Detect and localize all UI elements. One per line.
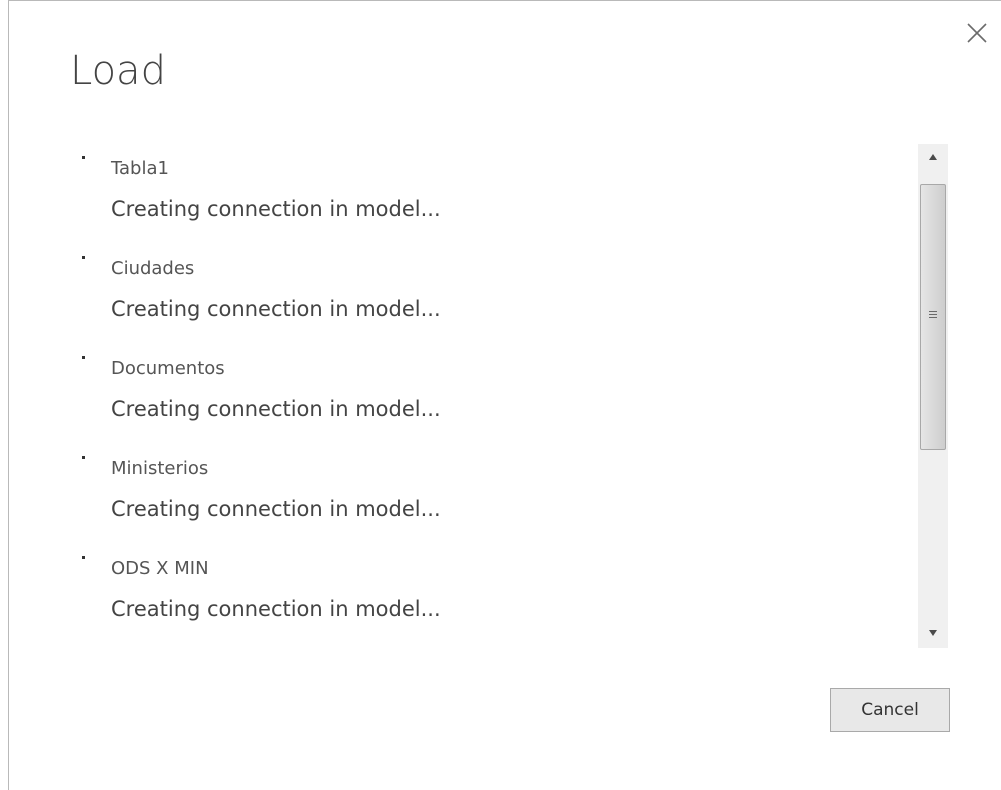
dialog-border-left [8, 0, 9, 790]
item-status: Creating connection in model... [111, 397, 441, 421]
bullet-icon [82, 256, 85, 259]
item-status: Creating connection in model... [111, 297, 441, 321]
bullet-icon [82, 356, 85, 359]
cancel-button[interactable]: Cancel [830, 688, 950, 732]
scroll-up-button[interactable] [918, 144, 948, 172]
scroll-down-arrow-icon [929, 630, 937, 636]
bullet-icon [82, 156, 85, 159]
list-item: Documentos Creating connection in model.… [72, 350, 892, 440]
dialog-title: Load [70, 48, 166, 94]
item-name: Documentos [111, 358, 225, 379]
bullet-icon [82, 556, 85, 559]
list-item: Tabla1 Creating connection in model... [72, 150, 892, 240]
load-dialog: Load Tabla1 Creating connection in model… [0, 0, 1001, 790]
list-item: Ministerios Creating connection in model… [72, 450, 892, 540]
item-status: Creating connection in model... [111, 497, 441, 521]
vertical-scrollbar[interactable] [918, 144, 948, 648]
bullet-icon [82, 456, 85, 459]
list-item: Ciudades Creating connection in model... [72, 250, 892, 340]
item-name: ODS X MIN [111, 558, 209, 579]
close-icon [967, 23, 987, 43]
item-name: Tabla1 [111, 158, 169, 179]
close-button[interactable] [962, 18, 992, 48]
load-items-list: Tabla1 Creating connection in model... C… [72, 150, 912, 650]
scroll-down-button[interactable] [918, 620, 948, 648]
scroll-grip-icon [929, 311, 937, 318]
item-status: Creating connection in model... [111, 597, 441, 621]
scroll-thumb[interactable] [920, 184, 946, 450]
item-name: Ministerios [111, 458, 209, 479]
scroll-up-arrow-icon [929, 154, 937, 160]
item-name: Ciudades [111, 258, 195, 279]
item-status: Creating connection in model... [111, 197, 441, 221]
list-item: ODS X MIN Creating connection in model..… [72, 550, 892, 640]
dialog-border-top [8, 0, 1001, 1]
